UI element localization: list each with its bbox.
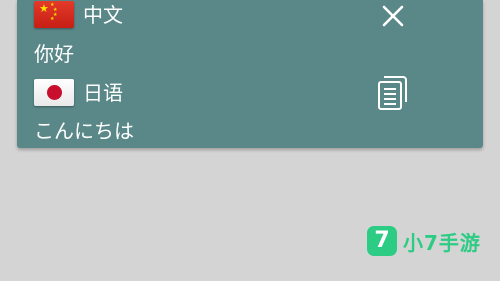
- target-language-row: 日语: [34, 79, 123, 106]
- close-button[interactable]: [380, 3, 406, 29]
- source-language-label: 中文: [83, 2, 123, 27]
- close-icon: [382, 5, 404, 27]
- copy-button[interactable]: [375, 73, 411, 111]
- target-language-label: 日语: [83, 80, 123, 105]
- watermark-logo-icon: 7: [367, 226, 397, 256]
- watermark: 7 小7手游: [367, 226, 481, 256]
- copy-icon: [378, 76, 407, 110]
- translation-card: ★ ★ ★ ★ ★ 中文 你好 日语 こんにちは: [17, 0, 483, 148]
- watermark-text: 小7手游: [403, 230, 481, 255]
- target-text: こんにちは: [34, 119, 134, 143]
- china-flag-icon: ★ ★ ★ ★ ★: [34, 1, 74, 28]
- source-language-row: ★ ★ ★ ★ ★ 中文: [34, 1, 123, 28]
- japan-flag-icon: [34, 79, 74, 106]
- source-text: 你好: [34, 42, 74, 66]
